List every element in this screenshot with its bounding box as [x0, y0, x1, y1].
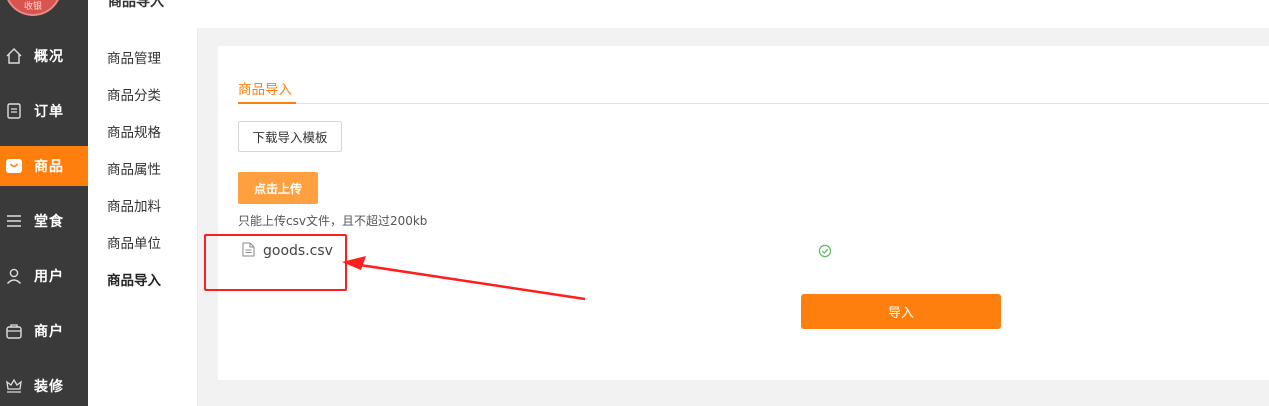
- subnav-item-product-addon[interactable]: 商品加料: [107, 195, 161, 215]
- nav-item-merchants[interactable]: 商户: [0, 311, 88, 351]
- annotation-arrow: [342, 256, 586, 301]
- nav-label: 商品: [34, 159, 64, 175]
- nav-label: 商户: [34, 324, 64, 340]
- upload-hint: 只能上传csv文件，且不超过200kb: [238, 214, 428, 228]
- home-icon: [4, 46, 24, 66]
- logo-text: 收银: [23, 2, 42, 12]
- annotation-highlight-box: [204, 234, 347, 291]
- nav-item-decoration[interactable]: 装修: [0, 366, 88, 406]
- menu-lines-icon: [4, 211, 24, 231]
- order-list-icon: [4, 101, 24, 121]
- bag-icon: [4, 156, 24, 176]
- sub-sidebar: 商品管理 商品分类 商品规格 商品属性 商品加料 商品单位 商品导入: [88, 28, 198, 406]
- import-button[interactable]: 导入: [801, 294, 1001, 329]
- nav-label: 堂食: [34, 214, 64, 230]
- subnav-item-product-import[interactable]: 商品导入: [107, 269, 161, 289]
- main-sidebar: 收银 概况 订单 商品 堂食 用户 商户 装修: [0, 0, 88, 406]
- user-icon: [4, 266, 24, 286]
- nav-label: 订单: [34, 104, 64, 120]
- tab-product-import[interactable]: 商品导入: [238, 78, 292, 98]
- upload-button[interactable]: 点击上传: [238, 172, 318, 204]
- top-bar: 商品导入: [88, 0, 1269, 28]
- store-icon: [4, 321, 24, 341]
- nav-label: 用户: [34, 269, 64, 285]
- subnav-item-product-spec[interactable]: 商品规格: [107, 121, 161, 141]
- page-title: 商品导入: [108, 0, 164, 10]
- nav-label: 装修: [34, 379, 64, 395]
- subnav-item-product-category[interactable]: 商品分类: [107, 84, 161, 104]
- subnav-item-product-management[interactable]: 商品管理: [107, 47, 161, 67]
- nav-item-dine-in[interactable]: 堂食: [0, 201, 88, 241]
- nav-label: 概况: [34, 49, 64, 65]
- nav-item-users[interactable]: 用户: [0, 256, 88, 296]
- crown-icon: [4, 376, 24, 396]
- logo[interactable]: 收银: [4, 0, 62, 16]
- tab-divider: [238, 103, 1269, 104]
- subnav-item-product-attribute[interactable]: 商品属性: [107, 158, 161, 178]
- import-panel: 商品导入 下载导入模板 点击上传 只能上传csv文件，且不超过200kb goo…: [218, 46, 1269, 380]
- download-template-button[interactable]: 下载导入模板: [238, 121, 342, 152]
- subnav-item-product-unit[interactable]: 商品单位: [107, 232, 161, 252]
- check-circle-icon: [818, 243, 834, 259]
- nav-item-overview[interactable]: 概况: [0, 36, 88, 76]
- nav-item-orders[interactable]: 订单: [0, 91, 88, 131]
- tab-active-indicator: [238, 102, 296, 104]
- nav-item-products[interactable]: 商品: [0, 146, 88, 186]
